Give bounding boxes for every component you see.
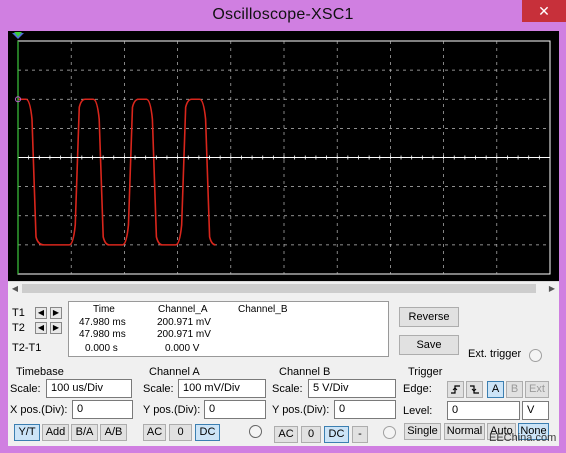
t2-time: 47.980 ms — [79, 329, 126, 340]
falling-edge-icon[interactable] — [466, 381, 483, 398]
trigger-level-unit[interactable]: V — [522, 401, 549, 420]
channel-a-ypos-label: Y pos.(Div): — [143, 404, 201, 416]
horizontal-scrollbar[interactable]: ◀ ▶ — [8, 281, 559, 294]
channel-b-title: Channel B — [279, 366, 331, 378]
channel-a-ypos-field[interactable]: 0 — [204, 400, 266, 419]
cursor-measurements: T1 ◀ ▶ T2 ◀ ▶ T2-T1 Time Channel_A Chann… — [8, 301, 390, 357]
channel-b-minus-button[interactable]: - — [352, 426, 368, 443]
title-bar[interactable]: Oscilloscope-XSC1 ✕ — [0, 0, 566, 31]
oscilloscope-window: Oscilloscope-XSC1 ✕ ◀ ▶ T1 ◀ ▶ T2 ◀ ▶ T2… — [0, 0, 566, 453]
trigger-edge-label: Edge: — [403, 383, 432, 395]
channel-a-title: Channel A — [149, 366, 200, 378]
client-area: ◀ ▶ T1 ◀ ▶ T2 ◀ ▶ T2-T1 Time Channel_A C… — [8, 31, 559, 446]
trigger-level-label: Level: — [403, 405, 433, 417]
channel-b-ypos-label: Y pos.(Div): — [272, 404, 330, 416]
scroll-thumb[interactable] — [22, 284, 536, 293]
t1-label: T1 — [12, 307, 25, 319]
trigger-level-field[interactable]: 0 — [447, 401, 520, 420]
timebase-xpos-label: X pos.(Div): — [10, 404, 68, 416]
close-button[interactable]: ✕ — [522, 0, 566, 22]
trigger-source-b-button[interactable]: B — [506, 381, 523, 398]
timebase-scale-field[interactable]: 100 us/Div — [46, 379, 132, 398]
window-title: Oscilloscope-XSC1 — [212, 6, 354, 23]
trigger-single-button[interactable]: Single — [404, 423, 441, 440]
channel-a-terminal[interactable] — [249, 425, 262, 438]
delta-time: 0.000 s — [85, 343, 118, 354]
channel-a-dc-button[interactable]: DC — [195, 424, 220, 441]
trigger-source-a-button[interactable]: A — [487, 381, 504, 398]
trigger-title: Trigger — [408, 366, 443, 378]
measurement-table: Time Channel_A Channel_B 47.980 ms 200.9… — [68, 301, 389, 357]
mode-add-button[interactable]: Add — [42, 424, 69, 441]
channel-b-zero-button[interactable]: 0 — [301, 426, 321, 443]
channel-a-scale-field[interactable]: 100 mV/Div — [178, 379, 266, 398]
ext-trigger-terminal[interactable] — [529, 349, 542, 362]
header-time: Time — [93, 304, 115, 315]
watermark: EEChina.com — [489, 432, 557, 444]
scroll-right-icon[interactable]: ▶ — [545, 282, 559, 295]
channel-a-scale-label: Scale: — [143, 383, 174, 395]
scroll-left-icon[interactable]: ◀ — [8, 282, 22, 295]
t1-right-arrow-icon[interactable]: ▶ — [50, 307, 62, 319]
channel-a-zero-button[interactable]: 0 — [169, 424, 192, 441]
ext-trigger-label: Ext. trigger — [468, 348, 522, 360]
t1-time: 47.980 ms — [79, 317, 126, 328]
t2-left-arrow-icon[interactable]: ◀ — [35, 322, 47, 334]
rising-edge-icon[interactable] — [447, 381, 464, 398]
mode-ba-button[interactable]: B/A — [71, 424, 98, 441]
channel-b-scale-field[interactable]: 5 V/Div — [308, 379, 396, 398]
save-button[interactable]: Save — [399, 335, 459, 355]
channel-b-ac-button[interactable]: AC — [274, 426, 298, 443]
header-channel-a: Channel_A — [158, 304, 208, 315]
trigger-normal-button[interactable]: Normal — [444, 423, 485, 440]
channel-b-ypos-field[interactable]: 0 — [334, 400, 396, 419]
trigger-source-ext-button[interactable]: Ext — [525, 381, 549, 398]
t1-left-arrow-icon[interactable]: ◀ — [35, 307, 47, 319]
delta-channel-a: 0.000 V — [165, 343, 200, 354]
channel-b-scale-label: Scale: — [272, 383, 303, 395]
channel-b-dc-button[interactable]: DC — [324, 426, 349, 443]
scope-screen[interactable] — [8, 31, 559, 281]
timebase-title: Timebase — [16, 366, 64, 378]
timebase-scale-label: Scale: — [10, 383, 41, 395]
header-channel-b: Channel_B — [238, 304, 288, 315]
t2-right-arrow-icon[interactable]: ▶ — [50, 322, 62, 334]
reverse-button[interactable]: Reverse — [399, 307, 459, 327]
t2-t1-label: T2-T1 — [12, 342, 42, 354]
t2-channel-a: 200.971 mV — [157, 329, 211, 340]
mode-yt-button[interactable]: Y/T — [14, 424, 40, 441]
t2-label: T2 — [12, 322, 25, 334]
timebase-xpos-field[interactable]: 0 — [72, 400, 133, 419]
mode-ab-button[interactable]: A/B — [100, 424, 127, 441]
channel-b-terminal[interactable] — [383, 426, 396, 439]
t1-channel-a: 200.971 mV — [157, 317, 211, 328]
channel-a-ac-button[interactable]: AC — [143, 424, 166, 441]
